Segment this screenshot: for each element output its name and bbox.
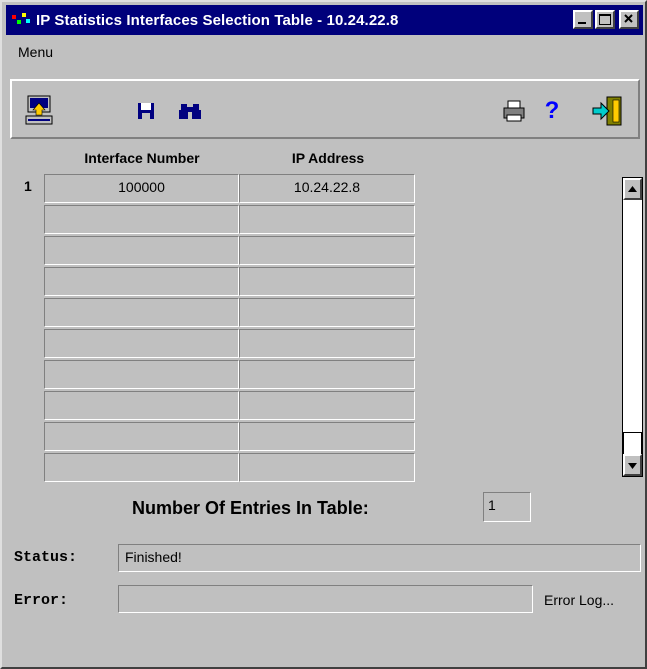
maximize-button[interactable] [595,10,615,29]
status-field: Finished! [118,544,641,572]
toolbar: ? [10,79,640,139]
table-cell-interface-number[interactable] [44,391,239,420]
table-cell-ip-address[interactable] [239,267,415,296]
table-cell-ip-address[interactable] [239,329,415,358]
app-icon [12,11,32,29]
menu-bar: Menu [6,38,53,66]
table-cell-interface-number[interactable] [44,422,239,451]
exit-button[interactable] [590,93,626,129]
column-header-interface-number: Interface Number [84,150,200,166]
save-button[interactable] [128,93,164,129]
table-cell-ip-address[interactable] [239,360,415,389]
table-cell-ip-address[interactable] [239,236,415,265]
table-cell-ip-address[interactable] [239,298,415,327]
table-cell-interface-number[interactable]: 100000 [44,174,239,203]
printer-icon [503,100,525,122]
load-button[interactable] [22,93,58,129]
help-icon: ? [544,97,560,124]
table-cell-interface-number[interactable] [44,267,239,296]
title-bar[interactable]: IP Statistics Interfaces Selection Table… [6,5,643,35]
error-log-button[interactable]: Error Log... [544,592,614,608]
window-title: IP Statistics Interfaces Selection Table… [36,11,399,29]
close-icon [624,14,633,23]
load-icon [25,95,53,125]
menu-item-menu[interactable]: Menu [18,44,53,60]
status-label: Status: [14,549,78,566]
table-cell-ip-address[interactable] [239,391,415,420]
table-cell-ip-address[interactable] [239,205,415,234]
table-cell-ip-address[interactable] [239,422,415,451]
scroll-down-button[interactable] [623,454,642,476]
table-scrollbar[interactable] [622,177,643,477]
find-button[interactable] [172,93,208,129]
entries-count-field: 1 [483,492,531,522]
row-number: 1 [24,178,32,194]
table-cell-interface-number[interactable] [44,298,239,327]
minimize-button[interactable] [573,10,593,29]
app-window: IP Statistics Interfaces Selection Table… [0,0,647,669]
table-cell-ip-address[interactable]: 10.24.22.8 [239,174,415,203]
maximize-icon [599,14,611,25]
exit-door-icon [592,96,622,126]
entries-label: Number Of Entries In Table: [132,498,369,518]
minimize-icon [578,22,586,24]
scroll-thumb[interactable] [623,432,642,456]
save-icon [138,103,154,119]
scroll-up-button[interactable] [623,178,642,200]
arrow-down-icon [628,463,637,469]
arrow-up-icon [628,186,637,192]
column-header-ip-address: IP Address [291,150,365,166]
table-cell-interface-number[interactable] [44,329,239,358]
table-cell-interface-number[interactable] [44,236,239,265]
close-button[interactable] [619,10,639,29]
error-label: Error: [14,592,69,609]
help-button[interactable]: ? [534,93,570,129]
table-cell-interface-number[interactable] [44,360,239,389]
print-button[interactable] [496,93,532,129]
binoculars-icon [179,104,201,119]
error-field [118,585,533,613]
table-cell-interface-number[interactable] [44,205,239,234]
table-cell-interface-number[interactable] [44,453,239,482]
table-cell-ip-address[interactable] [239,453,415,482]
